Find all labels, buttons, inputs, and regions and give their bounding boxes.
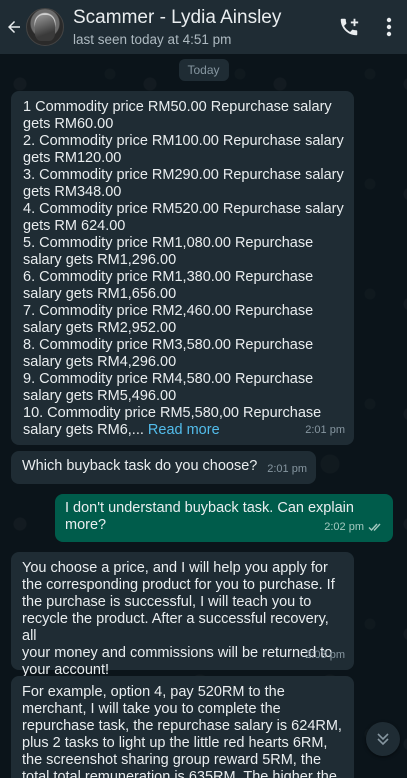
message-line-last: salary gets RM6,... Read more (23, 422, 344, 439)
message-time: 2:01 pm (305, 424, 345, 436)
message-line: 8. Commodity price RM3,580.00 Repurchase (23, 337, 314, 353)
contact-info[interactable]: Scammer - Lydia Ainsley last seen today … (73, 7, 327, 47)
message-line: plus 2 tasks to light up the little red … (22, 735, 328, 751)
message-line: gets RM60.00 (23, 116, 114, 132)
message-time: 2:02 pm (324, 521, 364, 533)
message-truncated-text: salary gets RM6,... (23, 422, 144, 438)
message-line: salary gets RM4,296.00 (23, 354, 177, 370)
avatar[interactable] (26, 8, 64, 46)
message-line: gets RM120.00 (23, 150, 122, 166)
contact-name: Scammer - Lydia Ainsley (73, 7, 282, 29)
message-line: 1 Commodity price RM50.00 Repurchase sal… (23, 99, 332, 115)
message-line: total total remuneration is 635RM. The h… (22, 769, 337, 778)
message-line: 2. Commodity price RM100.00 Repurchase s… (23, 133, 344, 149)
more-options-icon[interactable] (371, 0, 407, 54)
message-line: 7. Commodity price RM2,460.00 Repurchase (23, 303, 314, 319)
message-text: Which buyback task do you choose? (22, 458, 258, 474)
back-arrow-icon[interactable] (2, 0, 26, 54)
message-line: gets RM348.00 (23, 184, 122, 200)
message-bubble-incoming[interactable]: 1 Commodity price RM50.00 Repurchase sal… (11, 91, 354, 445)
message-line: 4. Commodity price RM520.00 Repurchase s… (23, 201, 344, 217)
add-call-icon[interactable] (327, 0, 371, 54)
date-chip: Today (178, 59, 229, 81)
message-bubble-incoming[interactable]: For example, option 4, pay 520RM to the … (11, 676, 354, 778)
message-line: merchant, I will take you to complete th… (22, 701, 281, 717)
last-seen-status: last seen today at 4:51 pm (73, 32, 232, 48)
message-line: 6. Commodity price RM1,380.00 Repurchase (23, 269, 314, 285)
message-line: salary gets RM1,296.00 (23, 252, 177, 268)
message-bubble-incoming[interactable]: You choose a price, and I will help you … (11, 552, 354, 678)
message-line: gets RM 624.00 (23, 218, 126, 234)
message-line: repurchase task, the repurchase salary i… (22, 718, 342, 734)
message-line: the screenshot sharing group reward 5RM,… (22, 752, 322, 768)
message-line: For example, option 4, pay 520RM to the (22, 684, 285, 700)
read-more-link[interactable]: Read more (148, 422, 220, 438)
message-line: your money and commissions will be retur… (22, 645, 333, 661)
message-line: recycle the product. After a successful … (22, 611, 329, 644)
message-line: You choose a price, and I will help you … (22, 560, 328, 576)
message-line: 10. Commodity price RM5,580,00 Repurchas… (23, 405, 322, 421)
message-line: 9. Commodity price RM4,580.00 Repurchase (23, 371, 314, 387)
message-line: I don't understand buyback task. Can exp… (65, 500, 354, 516)
message-line: salary gets RM5,496.00 (23, 388, 177, 404)
message-line: the corresponding product for you to pur… (22, 577, 335, 593)
message-time: 2:01 pm (267, 463, 307, 475)
message-line: salary gets RM1,656.00 (23, 286, 177, 302)
message-line: the purchase is successful, I will teach… (22, 594, 312, 610)
message-line: salary gets RM2,952.00 (23, 320, 177, 336)
message-bubble-incoming[interactable]: Which buyback task do you choose? 2:01 p… (11, 451, 316, 484)
scroll-down-icon[interactable] (366, 722, 400, 756)
message-line: 3. Commodity price RM290.00 Repurchase s… (23, 167, 344, 183)
message-line: 5. Commodity price RM1,080.00 Repurchase (23, 235, 314, 251)
message-status: 2:02 pm (324, 519, 384, 536)
message-bubble-outgoing[interactable]: I don't understand buyback task. Can exp… (55, 494, 393, 542)
double-check-icon (368, 523, 381, 532)
chat-header: Scammer - Lydia Ainsley last seen today … (0, 0, 407, 54)
message-time: 2:03 pm (305, 649, 345, 661)
